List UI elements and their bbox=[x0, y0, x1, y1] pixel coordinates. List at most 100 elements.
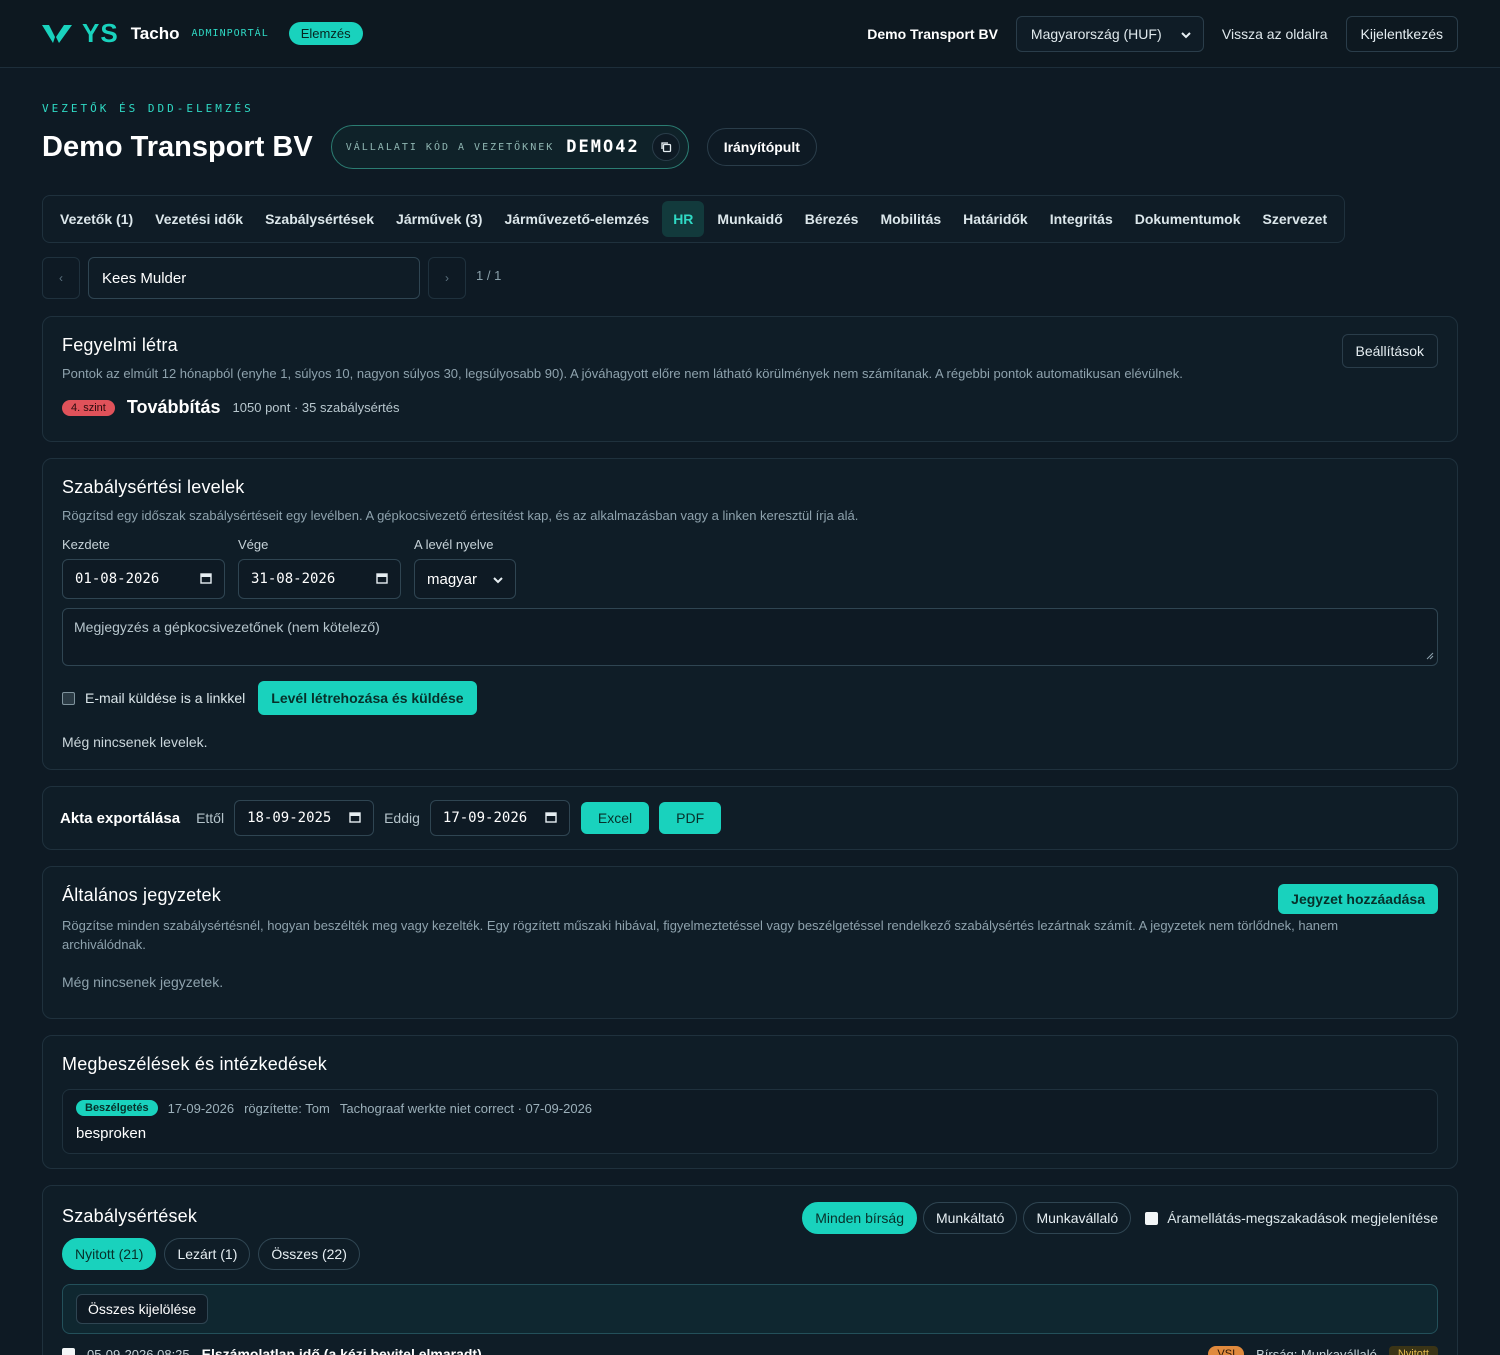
create-letter-button[interactable]: Levél létrehozása és küldése bbox=[258, 681, 477, 715]
export-to-input[interactable]: 17-09-2026 bbox=[429, 800, 570, 836]
calendar-icon[interactable] bbox=[349, 810, 361, 827]
country-select-value: Magyarország (HUF) bbox=[1030, 25, 1162, 42]
driver-note-textarea[interactable]: Megjegyzés a gépkocsivezetőnek (nem köte… bbox=[62, 608, 1438, 666]
meetings-card: Megbeszélések és intézkedések Beszélgeté… bbox=[42, 1035, 1458, 1169]
company-code-label: VÁLLALATI KÓD A VEZETŐKNEK bbox=[345, 141, 555, 153]
meeting-date: 17-09-2026 bbox=[167, 1100, 235, 1116]
meeting-item[interactable]: Beszélgetés 17-09-2026 rögzítette: Tom T… bbox=[62, 1089, 1438, 1154]
end-date-input[interactable]: 31-08-2026 bbox=[238, 559, 401, 599]
filter-employer[interactable]: Munkáltató bbox=[922, 1202, 1018, 1234]
export-from-value: 18-09-2025 bbox=[247, 810, 332, 826]
settings-button[interactable]: Beállítások bbox=[1341, 334, 1438, 368]
tab-driver-analysis[interactable]: Járművezető-elemzés bbox=[495, 201, 658, 237]
export-to-value: 17-09-2026 bbox=[442, 810, 528, 826]
country-select[interactable]: Magyarország (HUF) bbox=[1015, 15, 1204, 52]
dashboard-button[interactable]: Irányítópult bbox=[706, 128, 817, 166]
status-tab-closed[interactable]: Lezárt (1) bbox=[164, 1238, 251, 1270]
pdf-button[interactable]: PDF bbox=[659, 802, 722, 834]
meeting-reference: Tachograaf werkte niet correct · 07-09-2… bbox=[339, 1100, 593, 1116]
driver-pager: 1 / 1 bbox=[476, 267, 502, 283]
portal-label: ADMINPORTÁL bbox=[191, 28, 269, 39]
row-violation-name: Elszámolatlan idő (a kézi bevitel elmara… bbox=[201, 1346, 482, 1355]
tab-driving-times[interactable]: Vezetési idők bbox=[146, 201, 252, 237]
mode-badge[interactable]: Elemzés bbox=[288, 22, 363, 45]
row-checkbox[interactable] bbox=[62, 1347, 75, 1355]
notes-title: Általános jegyzetek bbox=[62, 885, 221, 905]
table-row[interactable]: 05-09-2026 08:25 Elszámolatlan idő (a ké… bbox=[62, 1346, 1438, 1355]
letters-title: Szabálysértési levelek bbox=[62, 477, 245, 497]
driver-select[interactable]: Kees Mulder bbox=[88, 257, 420, 299]
chevron-down-icon bbox=[493, 571, 503, 588]
status-tab-all[interactable]: Összes (22) bbox=[258, 1238, 360, 1270]
letters-description: Rögzítsd egy időszak szabálysértéseit eg… bbox=[62, 508, 859, 523]
excel-button[interactable]: Excel bbox=[580, 802, 650, 834]
filter-employee[interactable]: Munkavállaló bbox=[1023, 1202, 1132, 1234]
calendar-icon[interactable] bbox=[376, 571, 388, 588]
level-badge: 4. szint bbox=[62, 399, 115, 416]
filter-all-fines[interactable]: Minden bírság bbox=[802, 1202, 917, 1234]
general-notes-card: Általános jegyzetek Jegyzet hozzáadása R… bbox=[42, 866, 1458, 1019]
power-interruptions-checkbox[interactable] bbox=[1145, 1211, 1159, 1225]
tab-integrity[interactable]: Integritás bbox=[1041, 201, 1122, 237]
tab-violations[interactable]: Szabálysértések bbox=[256, 201, 383, 237]
tab-vehicles[interactable]: Járművek (3) bbox=[387, 201, 491, 237]
tab-hr[interactable]: HR bbox=[662, 201, 705, 237]
letters-empty: Még nincsenek levelek. bbox=[62, 734, 208, 750]
ladder-description: Pontok az elmúlt 12 hónapból (enyhe 1, s… bbox=[62, 366, 1183, 381]
prev-driver-button[interactable]: ‹ bbox=[42, 257, 80, 299]
export-from-label: Ettől bbox=[196, 810, 225, 826]
logout-button[interactable]: Kijelentkezés bbox=[1345, 15, 1458, 52]
export-title: Akta exportálása bbox=[60, 809, 181, 827]
row-status-badge: Nyitott bbox=[1388, 1346, 1438, 1355]
driver-selector: ‹ Kees Mulder › 1 / 1 bbox=[42, 257, 1458, 299]
email-checkbox[interactable] bbox=[62, 691, 75, 705]
start-date-input[interactable]: 01-08-2026 bbox=[62, 559, 225, 599]
tab-mobility[interactable]: Mobilitás bbox=[871, 201, 950, 237]
driver-note-placeholder: Megjegyzés a gépkocsivezetőnek (nem köte… bbox=[74, 619, 380, 635]
disciplinary-ladder-card: Fegyelmi létra Beállítások Pontok az elm… bbox=[42, 316, 1458, 442]
add-note-button[interactable]: Jegyzet hozzáadása bbox=[1278, 884, 1438, 914]
row-datetime: 05-09-2026 08:25 bbox=[87, 1346, 190, 1355]
violations-card: Szabálysértések Minden bírság Munkáltató… bbox=[42, 1185, 1458, 1355]
status-tab-open[interactable]: Nyitott (21) bbox=[62, 1238, 157, 1270]
tab-drivers[interactable]: Vezetők (1) bbox=[51, 201, 142, 237]
resize-handle-icon[interactable] bbox=[1426, 647, 1434, 663]
company-code-value: DEMO42 bbox=[566, 137, 640, 157]
brand-name: Tacho bbox=[130, 23, 180, 43]
page-eyebrow: VEZETŐK ÉS DDD-ELEMZÉS bbox=[42, 102, 254, 115]
export-to-label: Eddig bbox=[384, 810, 420, 826]
meeting-body: besproken bbox=[76, 1125, 147, 1142]
tab-working-time[interactable]: Munkaidő bbox=[708, 201, 791, 237]
language-label: A levél nyelve bbox=[414, 537, 494, 552]
language-select-value: magyar bbox=[427, 570, 478, 588]
calendar-icon[interactable] bbox=[200, 571, 212, 588]
copy-icon[interactable] bbox=[651, 133, 680, 161]
notes-empty: Még nincsenek jegyzetek. bbox=[62, 974, 224, 990]
bulk-actions-bar: Összes kijelölése bbox=[62, 1284, 1438, 1334]
next-driver-button[interactable]: › bbox=[428, 257, 466, 299]
tab-payroll[interactable]: Bérezés bbox=[796, 201, 868, 237]
tab-deadlines[interactable]: Határidők bbox=[954, 201, 1037, 237]
logo[interactable]: YS Tacho ADMINPORTÁL Elemzés bbox=[42, 18, 363, 49]
notes-description: Rögzítse minden szabálysértésnél, hogyan… bbox=[62, 918, 1339, 952]
page-title: Demo Transport BV bbox=[42, 130, 313, 163]
power-interruptions-label: Áramellátás-megszakadások megjelenítése bbox=[1167, 1210, 1438, 1226]
start-label: Kezdete bbox=[62, 537, 110, 552]
logo-mark-icon bbox=[42, 23, 74, 45]
chevron-down-icon bbox=[1181, 26, 1191, 42]
calendar-icon[interactable] bbox=[545, 810, 557, 827]
export-card: Akta exportálása Ettől 18-09-2025 Eddig … bbox=[42, 786, 1458, 850]
level-name: Továbbítás bbox=[126, 397, 221, 417]
logo-text: YS bbox=[82, 18, 119, 48]
top-bar: YS Tacho ADMINPORTÁL Elemzés Demo Transp… bbox=[0, 0, 1500, 68]
tab-organization[interactable]: Szervezet bbox=[1254, 201, 1337, 237]
back-link[interactable]: Vissza az oldalra bbox=[1222, 26, 1328, 42]
ladder-title: Fegyelmi létra bbox=[62, 335, 178, 355]
tab-documents[interactable]: Dokumentumok bbox=[1126, 201, 1250, 237]
email-checkbox-label: E-mail küldése is a linkkel bbox=[85, 690, 246, 706]
select-all-button[interactable]: Összes kijelölése bbox=[76, 1294, 209, 1324]
language-select[interactable]: magyar bbox=[414, 559, 516, 599]
row-severity-badge: VSI bbox=[1208, 1346, 1245, 1355]
export-from-input[interactable]: 18-09-2025 bbox=[234, 800, 375, 836]
meeting-type-badge: Beszélgetés bbox=[76, 1100, 158, 1116]
